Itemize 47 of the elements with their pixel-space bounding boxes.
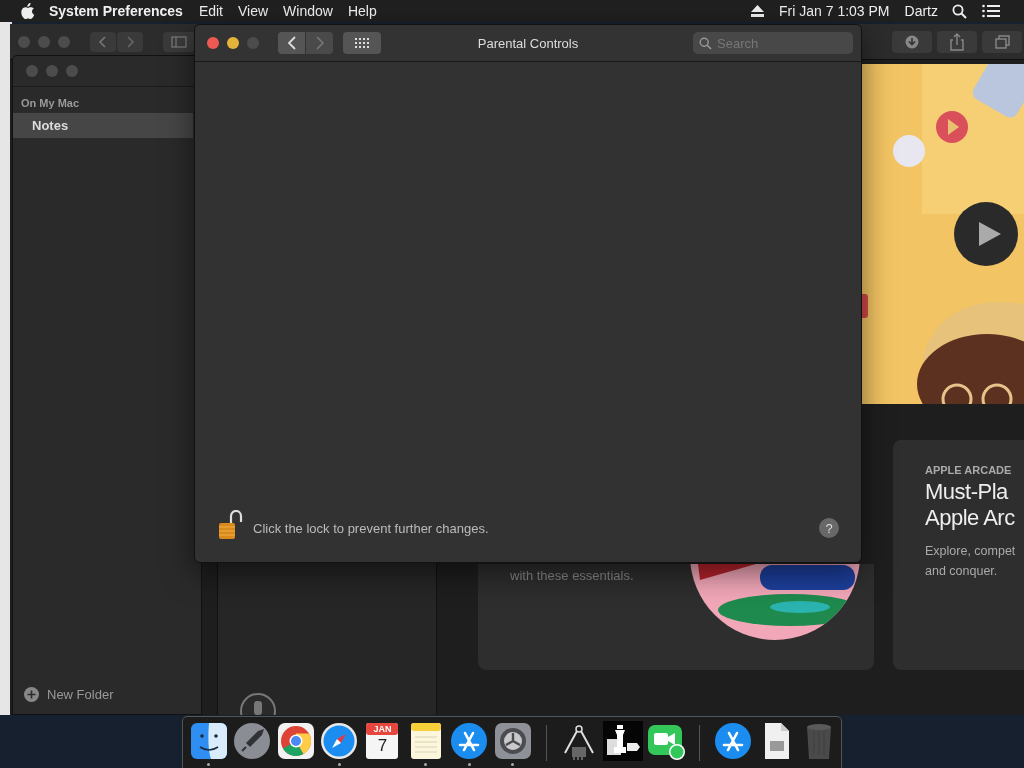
calendar-day: 7 [376,736,389,756]
safari-app-icon[interactable] [319,721,360,761]
chevron-right-icon [314,36,325,50]
search-icon [699,37,712,50]
play-icon [976,221,1001,247]
appstore-app-icon[interactable] [449,721,490,761]
apple-logo-icon[interactable] [21,3,35,19]
new-folder-button[interactable]: New Folder [24,687,114,702]
card-text: with these essentials. [510,568,634,583]
chevron-left-icon [286,36,297,50]
chrome-app-icon[interactable] [275,721,316,761]
close-button[interactable] [207,37,219,49]
appstore-app-icon[interactable] [712,721,753,761]
unlocked-padlock-icon[interactable] [217,510,243,540]
menu-clock[interactable]: Fri Jan 7 1:03 PM [779,3,890,19]
windows-button[interactable] [982,30,1022,53]
download-button[interactable] [892,30,932,53]
settings-icon[interactable] [492,721,533,761]
menu-item[interactable]: Help [347,3,377,19]
share-button[interactable] [937,30,977,53]
card-title: Must-Pla [925,479,1010,505]
calendar-month: JAN [372,724,393,734]
sidebar-button[interactable] [163,31,195,52]
folder-item[interactable]: Notes [13,113,193,138]
card-eyebrow: APPLE ARCADE [925,464,1013,476]
finder-app-icon[interactable] [188,721,229,761]
window-title: Parental Controls [476,35,580,51]
grid-icon [355,38,369,48]
show-all-button[interactable] [343,32,381,54]
menu-user[interactable]: Dartz [904,3,938,19]
search-icon[interactable] [952,3,967,19]
eject-icon[interactable] [751,5,765,17]
menu-app-name[interactable]: System Preferences [49,3,183,19]
card-text: and conquer. [925,563,999,580]
menu-icon[interactable] [982,4,1000,18]
plus-icon [24,687,39,702]
menu-item[interactable]: View [238,3,269,19]
menu-item[interactable]: Window [283,3,333,19]
feature-card[interactable]: APPLE ARCADE Must-Pla Apple Arc Explore, compet and conquer. [893,440,1024,670]
menu-item[interactable]: Edit [198,3,223,19]
help-button[interactable]: ? [819,518,839,538]
card-title: Apple Arc [925,505,1016,531]
section-header: On My Mac [21,97,81,109]
back-button[interactable] [278,32,305,54]
minimize-button[interactable] [227,37,239,49]
lock-message: Click the lock to prevent further changes. [253,520,489,536]
card-text: Explore, compet [925,543,1017,560]
